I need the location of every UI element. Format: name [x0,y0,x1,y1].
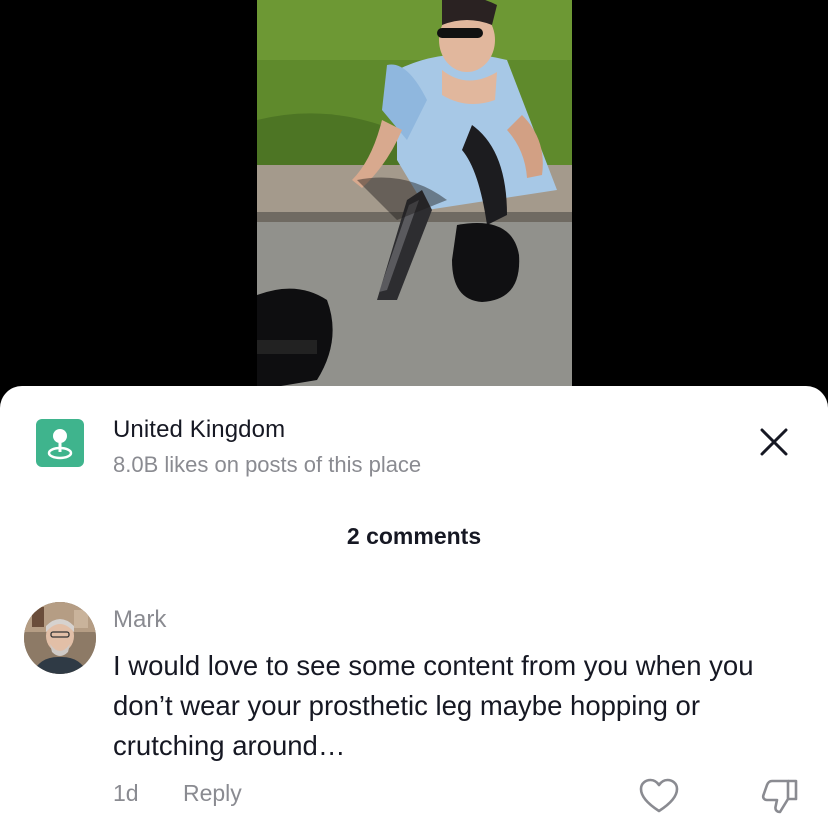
video-preview[interactable] [257,0,572,400]
like-button[interactable] [639,778,679,814]
close-icon [760,428,788,456]
screen: United Kingdom 8.0B likes on posts of th… [0,0,828,835]
heart-icon [639,778,679,813]
location-header[interactable]: United Kingdom 8.0B likes on posts of th… [36,416,792,477]
comment-time: 1d [113,780,139,806]
dislike-button[interactable] [760,777,800,815]
video-thumbnail-image [257,0,572,400]
reply-button[interactable]: Reply [183,780,242,807]
thumbs-down-icon [761,779,798,814]
avatar[interactable] [24,602,96,674]
comments-count: 2 comments [346,523,482,549]
comment-author[interactable]: Mark [113,606,166,634]
comment-text: I would love to see some content from yo… [113,650,754,761]
comment-meta: 1d Reply [113,780,242,807]
location-name[interactable]: United Kingdom [113,416,285,444]
location-stats: 8.0B likes on posts of this place [113,452,422,477]
close-button[interactable] [756,424,792,460]
comments-sheet: United Kingdom 8.0B likes on posts of th… [0,386,828,835]
location-pin-icon [36,419,84,467]
comment-item: Mark I would love to see some content fr… [24,602,804,827]
